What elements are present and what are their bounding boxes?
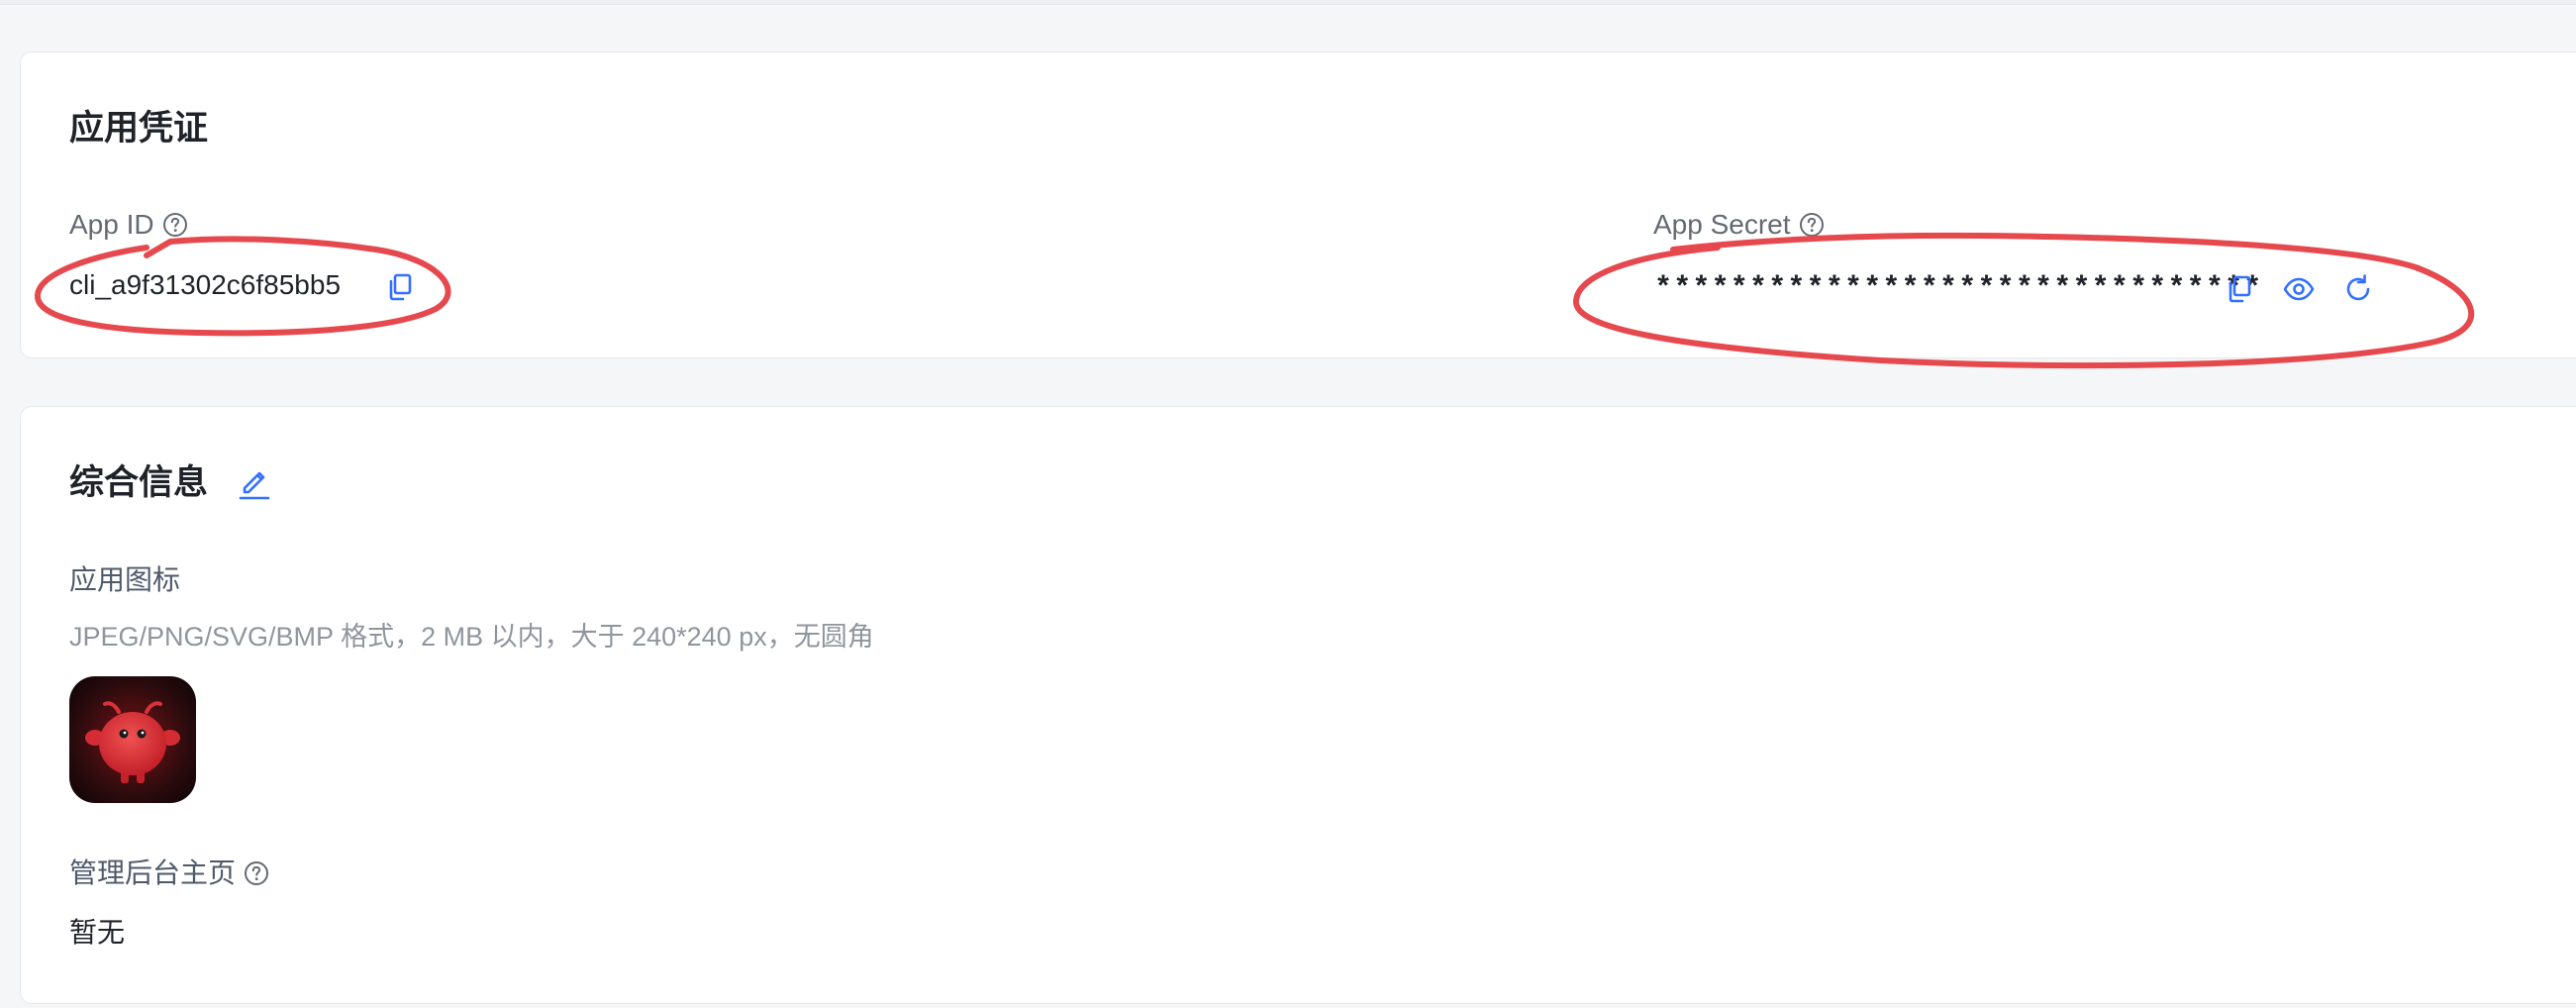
pencil-edit-icon[interactable]: [235, 461, 274, 501]
app-icon-label: 应用图标: [69, 566, 180, 594]
app-icon-hint: JPEG/PNG/SVG/BMP 格式，2 MB 以内，大于 240*240 p…: [69, 622, 874, 652]
help-circle-icon[interactable]: [162, 212, 188, 238]
credentials-title: 应用凭证: [69, 109, 209, 148]
eye-icon[interactable]: [2282, 272, 2316, 306]
general-info-card: 综合信息 应用图标 JPEG/PNG/SVG/BMP 格式，2 MB 以内，大于…: [20, 406, 2576, 1004]
copy-icon[interactable]: [383, 270, 417, 304]
red-mascot-app-icon: [69, 676, 196, 803]
app-icon-image[interactable]: [69, 676, 196, 803]
app-secret-label-row: App Secret: [1653, 211, 1825, 239]
top-divider: [0, 0, 2576, 5]
help-circle-icon[interactable]: [244, 860, 269, 886]
refresh-icon[interactable]: [2341, 272, 2375, 306]
app-id-value: cli_a9f31302c6f85bb5: [69, 269, 342, 300]
help-circle-icon[interactable]: [1799, 212, 1825, 238]
app-secret-label: App Secret: [1653, 209, 1791, 240]
admin-home-label-row: 管理后台主页: [69, 859, 269, 887]
app-secret-value: ********************************: [1654, 272, 2263, 306]
admin-home-label: 管理后台主页: [69, 857, 237, 888]
app-id-label-row: App ID: [69, 211, 188, 239]
app-id-label: App ID: [69, 209, 154, 240]
general-info-title: 综合信息: [69, 463, 209, 502]
copy-icon[interactable]: [2223, 272, 2256, 306]
app-icon-label-text: 应用图标: [69, 564, 181, 595]
credentials-card: 应用凭证 App ID cli_a9f31302c6f85bb5 App Sec…: [20, 51, 2576, 358]
admin-home-value: 暂无: [69, 917, 126, 948]
